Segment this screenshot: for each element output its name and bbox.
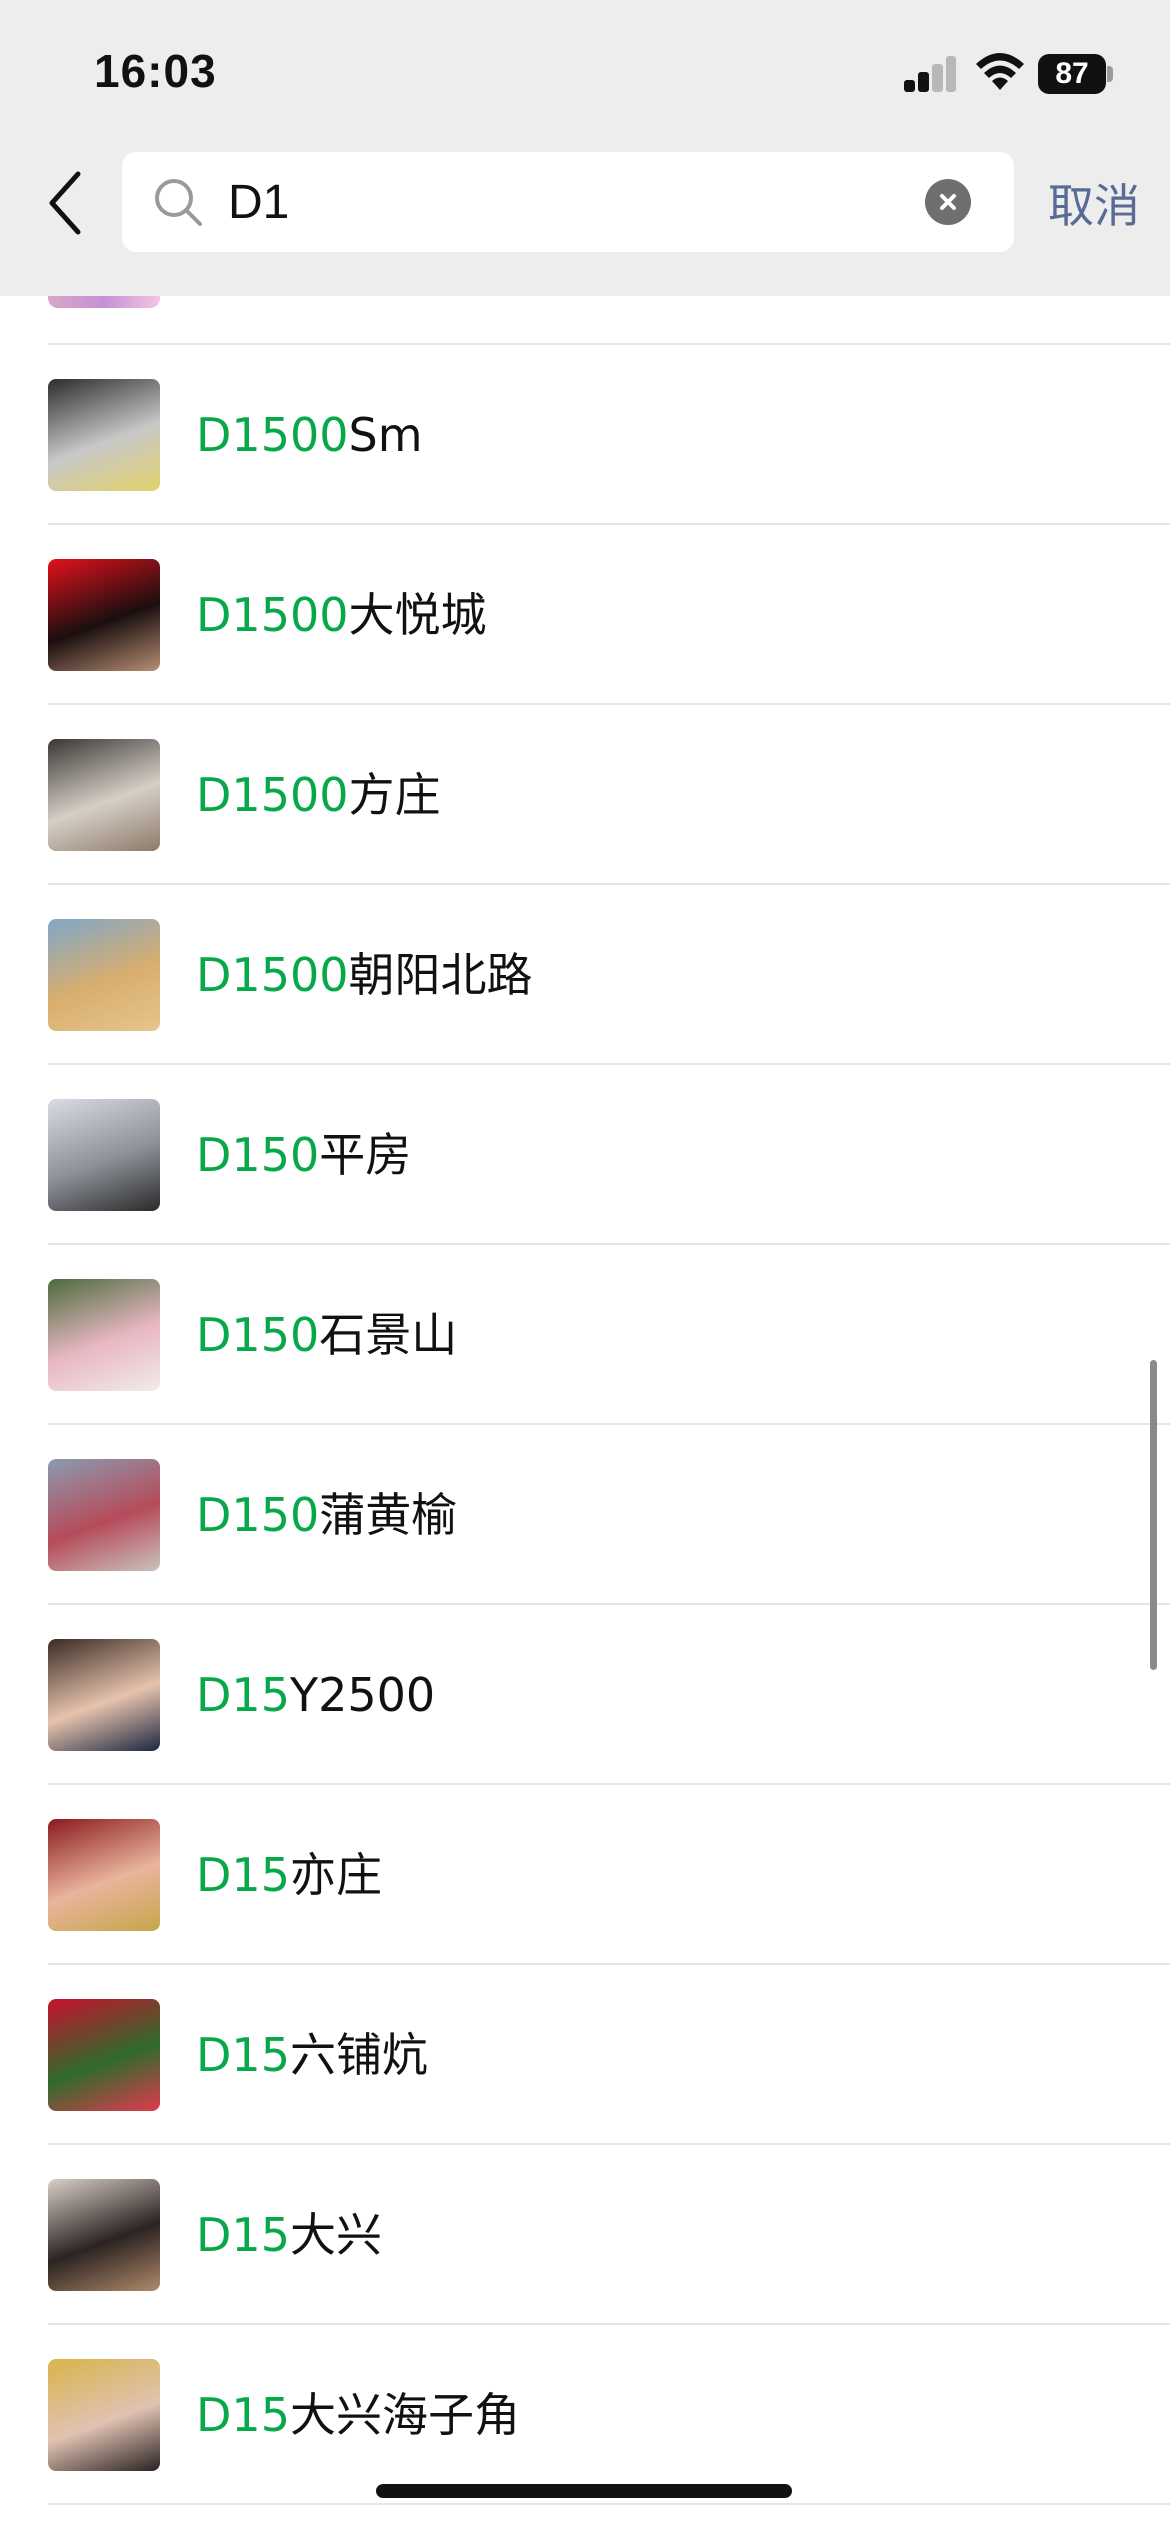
avatar	[48, 1819, 160, 1931]
name-rest: Y2500	[289, 1668, 436, 1722]
search-icon	[155, 179, 202, 226]
search-input[interactable]	[228, 152, 928, 252]
cancel-button[interactable]: 取消	[1048, 170, 1140, 236]
match-highlight: D15	[196, 1848, 290, 1902]
contact-name: D1500大悦城	[196, 583, 487, 647]
match-highlight: D15	[196, 1668, 290, 1722]
contact-name: D1500朝阳北路	[196, 943, 533, 1007]
list-item[interactable]: D1500方庄	[0, 705, 1170, 885]
contact-name: D15大兴	[196, 2203, 382, 2267]
scrollbar[interactable]	[1150, 1360, 1157, 1670]
name-rest: 石景山	[319, 1308, 458, 1362]
avatar	[48, 2359, 160, 2471]
avatar	[48, 919, 160, 1031]
match-highlight: D1500	[196, 408, 349, 462]
list-item[interactable]: D15大兴	[0, 2145, 1170, 2325]
name-rest: Sm	[348, 408, 423, 462]
list-item[interactable]: D1500大悦城	[0, 525, 1170, 705]
list-item[interactable]: D150石景山	[0, 1245, 1170, 1425]
contact-name: D1500方庄	[196, 763, 441, 827]
battery-icon: 87	[1038, 54, 1106, 94]
search-box[interactable]	[122, 152, 1014, 252]
clear-icon[interactable]	[925, 179, 971, 225]
contact-name: D150石景山	[196, 1303, 457, 1367]
name-rest: 亦庄	[289, 1848, 382, 1902]
status-time: 16:03	[94, 45, 217, 97]
list-item[interactable]: D1500Sm	[0, 345, 1170, 525]
name-rest: 方庄	[348, 768, 441, 822]
match-highlight: D1500	[196, 948, 349, 1002]
name-rest: 大兴海子角	[289, 2388, 520, 2442]
list-item[interactable]: D15亦庄	[0, 1785, 1170, 1965]
match-highlight: D1500	[196, 588, 349, 642]
match-highlight: D15	[196, 2208, 290, 2262]
top-bar: 16:03 87 取消	[0, 0, 1170, 296]
name-rest: 六铺炕	[289, 2028, 428, 2082]
list-item[interactable]: D15六铺炕	[0, 1965, 1170, 2145]
name-rest: 大悦城	[348, 588, 487, 642]
battery-level: 87	[1055, 57, 1089, 90]
match-highlight: D15	[196, 2388, 290, 2442]
name-rest: 蒲黄榆	[319, 1488, 458, 1542]
avatar	[48, 1099, 160, 1211]
list-item[interactable]: D15大兴海子角	[0, 2325, 1170, 2505]
back-chevron-icon[interactable]	[42, 168, 88, 238]
match-highlight: D150	[196, 1308, 320, 1362]
avatar	[48, 1279, 160, 1391]
list-item[interactable]: D15Y2500	[0, 1605, 1170, 1785]
match-highlight: D150	[196, 1488, 320, 1542]
contact-name: D15亦庄	[196, 1843, 382, 1907]
contact-name: D15Y2500	[196, 1663, 435, 1727]
contact-name: D1500Sm	[196, 403, 423, 467]
name-rest: 平房	[319, 1128, 412, 1182]
match-highlight: D15	[196, 2028, 290, 2082]
cellular-signal-icon	[904, 56, 956, 92]
name-rest: 朝阳北路	[348, 948, 533, 1002]
name-rest: 大兴	[289, 2208, 382, 2262]
contact-name: D150蒲黄榆	[196, 1483, 457, 1547]
avatar	[48, 1639, 160, 1751]
avatar	[48, 379, 160, 491]
list-item[interactable]: D150蒲黄榆	[0, 1425, 1170, 1605]
avatar	[48, 559, 160, 671]
divider	[48, 2503, 1170, 2505]
avatar	[48, 2179, 160, 2291]
contact-name: D150平房	[196, 1123, 411, 1187]
avatar	[48, 1459, 160, 1571]
battery-tip	[1107, 66, 1113, 82]
avatar	[48, 739, 160, 851]
home-indicator[interactable]	[376, 2484, 792, 2498]
match-highlight: D1500	[196, 768, 349, 822]
wifi-icon	[976, 53, 1024, 90]
list-item[interactable]: D1500朝阳北路	[0, 885, 1170, 1065]
contact-name: D15六铺炕	[196, 2023, 428, 2087]
contact-name: D15大兴海子角	[196, 2383, 520, 2447]
match-highlight: D150	[196, 1128, 320, 1182]
list-item[interactable]: D150平房	[0, 1065, 1170, 1245]
avatar	[48, 1999, 160, 2111]
